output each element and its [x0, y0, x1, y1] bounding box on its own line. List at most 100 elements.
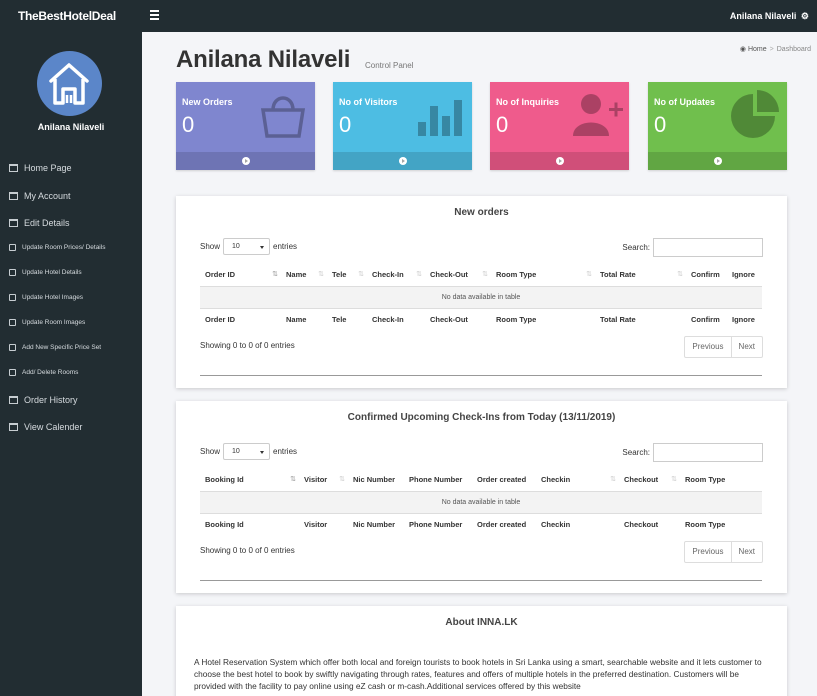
- page-subtitle: Control Panel: [365, 61, 414, 70]
- sidebar-item[interactable]: Update Hotel Images: [9, 294, 83, 301]
- top-navbar: TheBestHotelDeal Anilana Nilaveli ⚙: [0, 0, 817, 32]
- arrow-circle-right-icon: [241, 157, 250, 165]
- edit-icon: [9, 294, 16, 301]
- column-footer: Confirm: [686, 307, 727, 330]
- search-input[interactable]: [653, 238, 763, 257]
- more-info-link[interactable]: [176, 152, 315, 170]
- entries-label: entries: [273, 447, 298, 456]
- gears-icon: ⚙: [800, 11, 809, 21]
- new-orders-card: New orders Show 10 entries Search: Order…: [176, 196, 787, 388]
- previous-button[interactable]: Previous: [685, 337, 732, 357]
- sidebar-item[interactable]: Update Room Prices/ Details: [9, 244, 105, 251]
- sidebar-item-label: Home Page: [24, 163, 72, 173]
- sidebar-item-label: Edit Details: [24, 218, 70, 228]
- column-footer: Order created: [472, 512, 536, 535]
- table-header-row: Booking Id ⇅ Visitor ⇅ Nic Number Phone Nu…: [200, 469, 762, 492]
- bar-chart-icon: [418, 100, 462, 136]
- sidebar-item[interactable]: Edit Details: [9, 218, 70, 228]
- more-info-link[interactable]: [333, 152, 472, 170]
- sidebar-item-label: Update Hotel Images: [22, 294, 84, 301]
- column-footer: Check-Out: [425, 307, 491, 330]
- stat-label: New Orders: [182, 97, 233, 107]
- sidebar-item-label: Update Room Prices/ Details: [22, 244, 106, 251]
- sidebar-item-label: Order History: [24, 395, 78, 405]
- more-info-link[interactable]: [648, 152, 787, 170]
- table-row: No data available in table: [200, 286, 762, 308]
- previous-button[interactable]: Previous: [685, 542, 732, 562]
- column-header[interactable]: Order created: [472, 469, 536, 492]
- sidebar-item[interactable]: My Account: [9, 191, 71, 201]
- stat-label: No of Visitors: [339, 97, 398, 107]
- table-header-row: Order ID ⇅ Name ⇅ Tele ⇅ Check-In ⇅ Check-Ou…: [200, 264, 762, 287]
- sidebar-item[interactable]: Update Room Images: [9, 319, 85, 326]
- user-menu[interactable]: Anilana Nilaveli ⚙: [730, 11, 809, 22]
- column-header[interactable]: Check-In ⇅: [367, 264, 425, 287]
- breadcrumb-current: Dashboard: [776, 46, 811, 53]
- column-header[interactable]: Confirm: [686, 264, 727, 287]
- column-footer: Total Rate: [595, 307, 686, 330]
- table-row: No data available in table: [200, 491, 762, 513]
- search-control: Search:: [622, 443, 763, 462]
- sidebar-item[interactable]: View Calender: [9, 422, 82, 432]
- more-info-link[interactable]: [490, 152, 629, 170]
- entries-select[interactable]: 10: [223, 238, 271, 255]
- search-label: Search:: [622, 448, 650, 457]
- sidebar-toggle-icon[interactable]: [150, 8, 162, 22]
- column-footer: Room Type: [491, 307, 595, 330]
- pie-chart-icon: [731, 90, 779, 138]
- column-footer: Checkin: [536, 512, 619, 535]
- pagination: Previous Next: [684, 336, 763, 358]
- column-footer: Name: [281, 307, 327, 330]
- column-header[interactable]: Name ⇅: [281, 264, 327, 287]
- breadcrumb-home[interactable]: Home: [748, 46, 767, 53]
- column-header[interactable]: Visitor ⇅: [299, 469, 348, 492]
- sidebar: Anilana Nilaveli Home Page My Account Edit…: [0, 32, 142, 696]
- stat-label: No of Inquiries: [496, 97, 559, 107]
- column-footer: Ignore: [727, 307, 762, 330]
- length-control: Show 10 entries: [200, 238, 297, 255]
- sidebar-item[interactable]: Add/ Delete Rooms: [9, 369, 78, 376]
- search-input[interactable]: [653, 443, 763, 462]
- search-control: Search:: [622, 238, 763, 257]
- divider: [200, 580, 762, 581]
- column-footer: Room Type: [680, 512, 762, 535]
- edit-icon: [9, 369, 16, 376]
- column-header[interactable]: Check-Out ⇅: [425, 264, 491, 287]
- checkins-table: Booking Id ⇅ Visitor ⇅ Nic Number Phone Nu…: [200, 469, 762, 535]
- main-content: Anilana Nilaveli Control Panel ◉ Home > Da…: [142, 32, 817, 696]
- edit-icon: [9, 269, 16, 276]
- column-header[interactable]: Room Type: [680, 469, 762, 492]
- sidebar-item-label: My Account: [24, 191, 71, 201]
- column-header[interactable]: Checkin ⇅: [536, 469, 619, 492]
- column-header[interactable]: Phone Number: [404, 469, 472, 492]
- sidebar-item[interactable]: Home Page: [9, 163, 72, 173]
- next-button[interactable]: Next: [732, 542, 762, 562]
- column-header[interactable]: Tele ⇅: [327, 264, 367, 287]
- column-header[interactable]: Booking Id ⇅: [200, 469, 299, 492]
- stat-value: 0: [496, 112, 509, 137]
- column-footer: Check-In: [367, 307, 425, 330]
- column-footer: Visitor: [299, 512, 348, 535]
- table-footer-row: Order ID Name Tele Check-In Check-Out Ro…: [200, 307, 762, 330]
- column-header[interactable]: Total Rate ⇅: [595, 264, 686, 287]
- next-button[interactable]: Next: [732, 337, 762, 357]
- column-footer: Order ID: [200, 307, 281, 330]
- column-header[interactable]: Room Type ⇅: [491, 264, 595, 287]
- stat-value: 0: [339, 112, 352, 137]
- entries-select[interactable]: 10: [223, 443, 271, 460]
- checkins-card: Confirmed Upcoming Check-Ins from Today …: [176, 401, 787, 593]
- orders-table: Order ID ⇅ Name ⇅ Tele ⇅ Check-In ⇅ Check-Ou…: [200, 264, 762, 330]
- column-header[interactable]: Ignore: [727, 264, 762, 287]
- brand-logo[interactable]: TheBestHotelDeal: [18, 9, 116, 23]
- stat-value: 0: [654, 112, 667, 137]
- sidebar-hotel-name: Anilana Nilaveli: [37, 122, 105, 132]
- sidebar-item[interactable]: Update Hotel Details: [9, 269, 82, 276]
- column-header[interactable]: Checkout ⇅: [619, 469, 680, 492]
- breadcrumb: ◉ Home > Dashboard: [739, 46, 811, 53]
- sidebar-item-label: Add New Specific Price Set: [22, 344, 102, 351]
- sidebar-item[interactable]: Order History: [9, 395, 78, 405]
- column-header[interactable]: Order ID ⇅: [200, 264, 281, 287]
- sidebar-item[interactable]: Add New Specific Price Set: [9, 344, 101, 351]
- calendar-icon: [9, 192, 18, 200]
- column-header[interactable]: Nic Number: [348, 469, 404, 492]
